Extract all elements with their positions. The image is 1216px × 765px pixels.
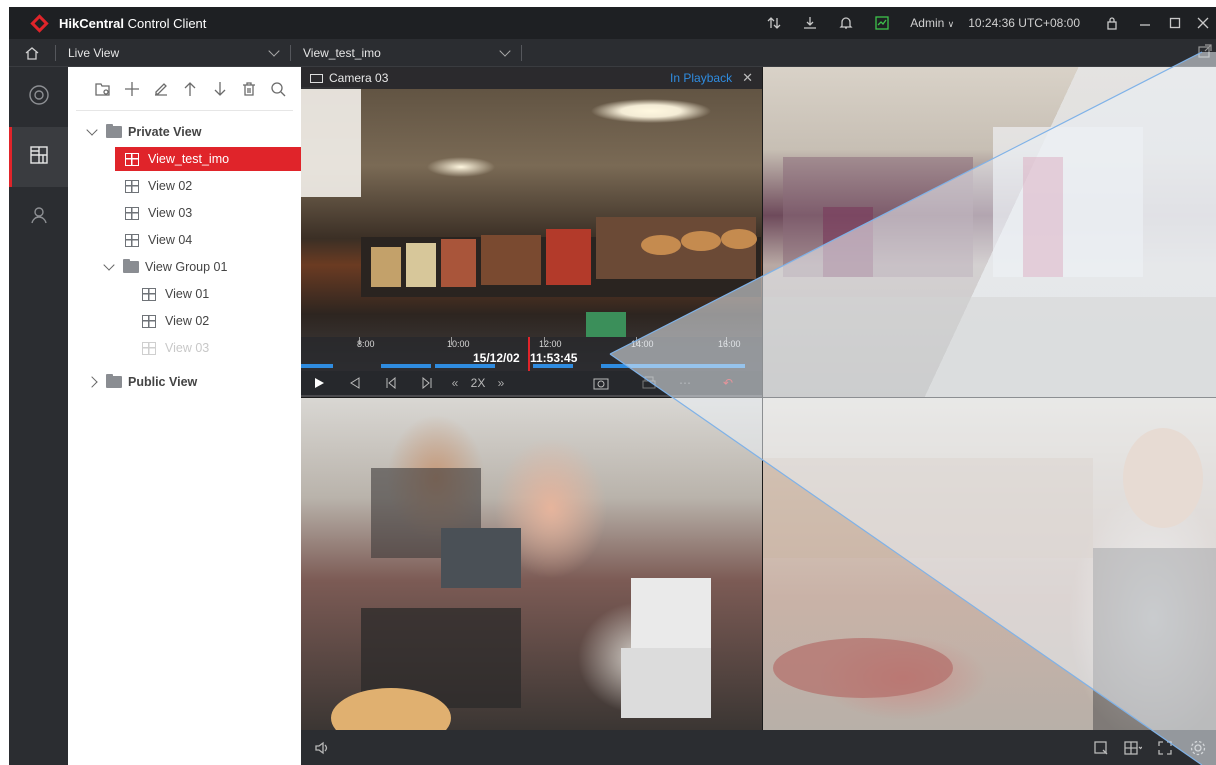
timeline-label: 16:00 [718,339,741,349]
tree-group-view-item[interactable]: View 03 [142,336,209,360]
tree-view-item[interactable]: View 03 [125,201,192,225]
camera-header: Camera 03 In Playback ✕ [301,67,762,89]
playback-status: In Playback [670,71,733,85]
playback-date: 15/12/02 [473,351,520,365]
user-menu[interactable]: Admin ∨ [900,16,964,30]
folder-icon [106,374,122,388]
tree-group-view-item[interactable]: View 01 [142,282,209,306]
view-tree-panel: Private View View_test_imo View 02 View … [68,67,301,765]
video-feed-checkout [301,398,762,730]
video-window-camera[interactable]: Camera 03 In Playback ✕ 8:00 10:00 12:00… [301,67,762,397]
capture-icon[interactable] [571,371,631,395]
title-bar: HikCentral Control Client Admin ∨ 10:24:… [9,7,1216,39]
timeline-label: 10:00 [447,339,470,349]
view-layout-icon [29,145,49,170]
rail-person[interactable] [9,187,68,247]
tree-toolbar [76,67,293,111]
view-icon [125,179,139,193]
hikcentral-logo-icon [29,13,49,33]
tree-group-view-item[interactable]: View 02 [142,309,209,333]
video-window-mall[interactable] [763,67,1216,397]
window-info-icon[interactable] [1086,730,1116,765]
close-window-icon[interactable]: ✕ [742,70,753,86]
system-clock: 10:24:36 UTC+08:00 [968,16,1080,30]
maximize-icon[interactable] [1160,7,1190,39]
view-icon [125,233,139,247]
view-icon [142,341,156,355]
play-icon[interactable] [301,371,337,395]
video-feed-deli [763,398,1216,730]
folder-icon [123,259,139,273]
window-division-icon[interactable] [1116,730,1150,765]
close-icon[interactable] [1190,7,1216,39]
module-navbar: Live View View_test_imo [9,39,1216,67]
move-up-icon[interactable] [176,74,205,104]
person-icon [29,205,49,230]
tree-public-view[interactable]: Public View [86,370,197,394]
tree-view-group[interactable]: View Group 01 [103,255,227,279]
rail-view-management[interactable] [9,127,68,187]
playback-controls: « 2X » ⋯ ↶ [301,371,762,395]
resource-status-icon[interactable] [864,7,900,39]
edit-icon[interactable] [147,74,176,104]
video-window-deli[interactable] [763,398,1216,730]
tree-private-view[interactable]: Private View [86,120,201,144]
left-navigation-rail [9,67,68,765]
minimize-icon[interactable] [1130,7,1160,39]
video-feed-mall [763,67,1216,397]
module-selector[interactable]: Live View [56,39,290,67]
app-window: HikCentral Control Client Admin ∨ 10:24:… [9,7,1216,765]
single-frame-back-icon[interactable] [373,371,409,395]
tree-view-item[interactable]: View 02 [125,174,192,198]
playback-speed: 2X [470,376,486,390]
print-icon[interactable] [631,371,667,395]
grid-toolbar [301,730,1216,765]
sort-icon[interactable] [756,7,792,39]
more-icon[interactable]: ⋯ [667,371,703,395]
tree-view-item[interactable]: View 04 [125,228,192,252]
view-selector[interactable]: View_test_imo [291,39,521,67]
single-frame-forward-icon[interactable] [409,371,445,395]
playback-timeline[interactable]: 8:00 10:00 12:00 14:00 16:00 15/12/02 11… [301,337,762,371]
tree-view-selected[interactable]: View_test_imo [115,147,301,171]
add-icon[interactable] [117,74,146,104]
folder-icon [106,124,122,138]
view-icon [142,314,156,328]
speed-up-icon[interactable]: » [491,371,511,395]
timeline-label: 12:00 [539,339,562,349]
search-icon[interactable] [264,74,293,104]
download-icon[interactable] [792,7,828,39]
home-icon[interactable] [9,39,55,67]
fullscreen-icon[interactable] [1150,730,1180,765]
live-view-grid: Camera 03 In Playback ✕ 8:00 10:00 12:00… [301,67,1216,730]
settings-icon[interactable] [1180,730,1216,765]
view-icon [125,152,139,166]
camera-name: Camera 03 [329,71,389,85]
add-view-group-icon[interactable] [88,74,117,104]
pop-out-icon[interactable] [1198,44,1212,61]
rail-live-view[interactable] [9,67,68,127]
view-icon [142,287,156,301]
bell-icon[interactable] [828,7,864,39]
timeline-label: 8:00 [357,339,375,349]
reverse-play-icon[interactable] [337,371,373,395]
view-icon [125,206,139,220]
playback-time: 11:53:45 [530,351,578,365]
delete-icon[interactable] [234,74,263,104]
back-to-live-icon[interactable]: ↶ [703,371,753,395]
camera-target-icon [28,84,50,111]
slow-down-icon[interactable]: « [445,371,465,395]
video-window-checkout[interactable] [301,398,762,730]
move-down-icon[interactable] [205,74,234,104]
app-title: HikCentral Control Client [59,15,207,31]
timeline-label: 14:00 [631,339,654,349]
lock-icon[interactable] [1094,7,1130,39]
camera-icon [310,73,323,83]
volume-icon[interactable] [301,730,343,765]
